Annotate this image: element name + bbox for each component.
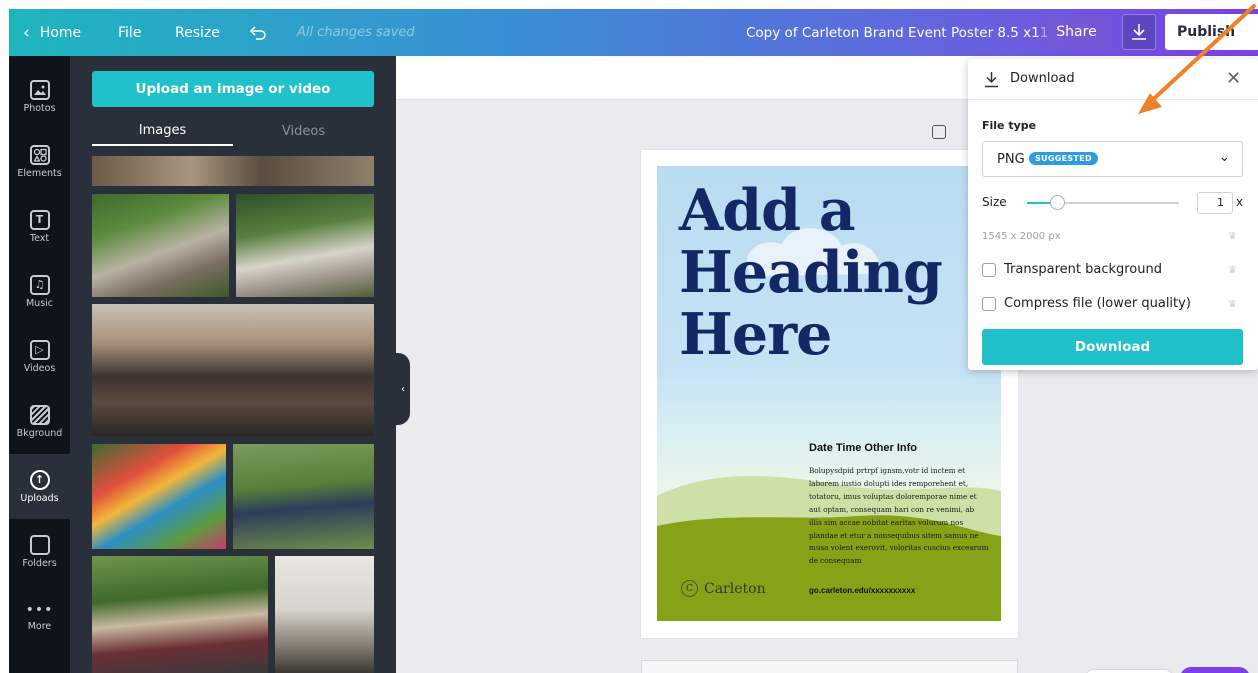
download-icon [984,71,999,92]
sidebar-item-uploads[interactable]: ↑ Uploads [9,454,70,519]
resize-button[interactable]: Resize [175,9,220,56]
download-panel-title: Download [1010,71,1075,86]
poster[interactable]: Add a Heading Here Date Time Other Info … [657,166,1001,621]
upload-thumbnail[interactable] [92,556,268,673]
heading-line: Heading [679,239,943,306]
size-slider-thumb[interactable] [1050,195,1066,210]
upload-thumbnail[interactable] [92,444,226,549]
download-panel: Download ✕ File type PNG SUGGESTED ⌄ Siz… [968,59,1258,370]
carleton-logo[interactable]: C Carleton [681,580,766,597]
publish-button[interactable]: Publish [1165,14,1258,50]
sidebar-item-label: Videos [23,362,56,374]
upload-thumbnail[interactable] [92,194,229,297]
checkbox[interactable] [982,296,996,311]
file-menu[interactable]: File [118,9,141,56]
logo-text: Carleton [704,580,766,597]
uploads-panel: Upload an image or video Images Videos [70,56,396,673]
sidebar-item-label: Bkground [16,427,63,439]
sidebar-item-label: Folders [22,557,57,569]
folders-icon [29,534,50,555]
document-title[interactable]: Copy of Carleton Brand Event Poster 8.5 … [746,9,1048,56]
sidebar-item-label: More [27,620,52,632]
heading-line: Here [679,301,832,368]
home-button[interactable]: ‹ Home [23,9,81,56]
chevron-down-icon: ⌄ [1219,150,1230,165]
seal-icon: C [681,580,698,597]
download-icon[interactable] [1122,14,1156,50]
tab-videos[interactable]: Videos [233,116,374,146]
sidebar-item-text[interactable]: T Text [9,194,70,259]
undo-icon[interactable] [249,9,267,56]
download-button[interactable]: Download [982,329,1243,365]
upload-thumbnail[interactable] [92,156,374,186]
poster-heading[interactable]: Add a Heading Here [679,180,999,366]
file-type-value: PNG [997,152,1025,167]
sidebar-rail: Photos Elements T Text ♫ Music ▷ Videos … [9,56,70,673]
add-page-area[interactable] [641,660,1018,673]
background-icon [29,404,50,425]
design-page[interactable]: Add a Heading Here Date Time Other Info … [641,150,1018,638]
share-button[interactable]: Share [1041,14,1112,50]
event-title[interactable]: Date Time Other Info [809,442,917,454]
top-bar: ‹ Home File Resize All changes saved Cop… [9,9,1258,56]
elements-icon [29,144,50,165]
save-status: All changes saved [297,25,415,40]
download-panel-header: Download ✕ [968,59,1258,100]
upload-thumbnail[interactable] [92,304,374,436]
sidebar-item-label: Music [25,297,54,309]
sidebar-item-label: Elements [17,167,62,179]
uploads-icon: ↑ [29,469,50,490]
dimensions-text: 1545 x 2000 px [982,231,1061,242]
checkbox-label: Transparent background [1004,262,1162,277]
size-input[interactable]: 1 [1197,192,1233,214]
sidebar-item-background[interactable]: Bkground [9,389,70,454]
close-icon[interactable]: ✕ [1226,68,1241,89]
music-icon: ♫ [29,274,50,295]
checkbox-label: Compress file (lower quality) [1004,296,1191,311]
more-icon: ••• [25,601,54,618]
upload-button[interactable]: Upload an image or video [92,71,374,107]
zoom-control[interactable] [1084,669,1174,673]
suggested-badge: SUGGESTED [1029,152,1098,165]
photos-icon [29,79,50,100]
size-suffix: x [1236,195,1244,209]
text-icon: T [29,209,50,230]
upload-thumbnail[interactable] [233,444,374,549]
transparent-background-option[interactable]: Transparent background [982,262,1162,277]
videos-icon: ▷ [29,339,50,360]
compress-file-option[interactable]: Compress file (lower quality) [982,296,1191,311]
chevron-left-icon: ‹ [23,22,30,43]
upload-thumbnail[interactable] [236,194,374,297]
sidebar-item-elements[interactable]: Elements [9,129,70,194]
sidebar-item-more[interactable]: ••• More [9,584,70,649]
collapse-panel-button[interactable]: ‹ [396,353,410,425]
crown-icon: ♛ [1228,231,1237,242]
poster-url[interactable]: go.carleton.edu/xxxxxxxxxx [809,586,915,595]
checkbox[interactable] [982,262,996,277]
home-label: Home [39,24,82,41]
help-button[interactable] [1180,667,1250,673]
crown-icon: ♛ [1228,265,1237,276]
app-window: ‹ Home File Resize All changes saved Cop… [9,9,1258,673]
file-type-label: File type [982,119,1037,132]
tab-images[interactable]: Images [92,116,233,146]
sidebar-item-label: Photos [23,102,56,114]
size-label: Size [982,195,1007,209]
note-icon[interactable] [932,125,946,139]
sidebar-item-label: Uploads [20,492,59,504]
sidebar-item-music[interactable]: ♫ Music [9,259,70,324]
sidebar-item-folders[interactable]: Folders [9,519,70,584]
crown-icon: ♛ [1228,299,1237,310]
sidebar-item-label: Text [29,232,50,244]
heading-line: Add a [679,177,856,244]
upload-thumbnail[interactable] [275,556,374,673]
publish-label: Publish [1177,24,1236,40]
sidebar-item-photos[interactable]: Photos [9,64,70,129]
event-body[interactable]: Bolupysdpid prtrpf ignsm,votr id inctem … [809,465,989,568]
sidebar-item-videos[interactable]: ▷ Videos [9,324,70,389]
file-type-select[interactable]: PNG SUGGESTED ⌄ [982,141,1243,177]
